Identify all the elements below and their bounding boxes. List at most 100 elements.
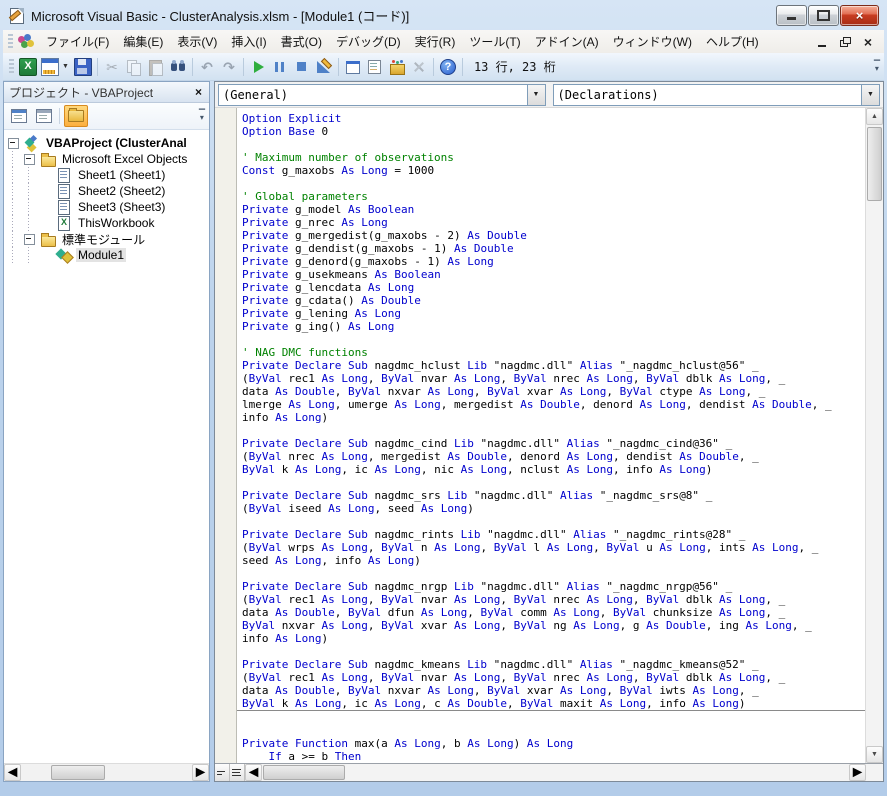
code-line: Option Explicit bbox=[242, 112, 865, 125]
code-window: (General) ▼ (Declarations) ▼ Option Expl… bbox=[214, 81, 884, 782]
reset-icon[interactable] bbox=[292, 57, 312, 77]
menu-tools[interactable]: ツール(T) bbox=[462, 30, 527, 53]
project-explorer-panel: プロジェクト - VBAProject × ▔▾ VBAProject (Clu… bbox=[3, 81, 210, 782]
menubar-grip[interactable] bbox=[8, 34, 13, 50]
view-object-button[interactable] bbox=[33, 106, 55, 126]
menu-bar: ファイル(F)編集(E)表示(V)挿入(I)書式(O)デバッグ(D)実行(R)ツ… bbox=[3, 30, 884, 54]
code-line: ' NAG DMC functions bbox=[242, 346, 865, 359]
collapse-icon[interactable] bbox=[24, 234, 35, 245]
menu-run[interactable]: 実行(R) bbox=[408, 30, 463, 53]
chevron-down-icon: ▼ bbox=[533, 91, 540, 98]
toolbar-options-icon[interactable]: ▔▾ bbox=[874, 63, 880, 71]
mdi-close-icon[interactable]: × bbox=[864, 35, 872, 49]
tree-item-module1[interactable]: Module1 bbox=[4, 247, 209, 263]
collapse-icon[interactable] bbox=[24, 154, 35, 165]
tree-item-thisworkbook[interactable]: ThisWorkbook bbox=[4, 215, 209, 231]
code-line: data As Double, ByVal nxvar As Long, ByV… bbox=[242, 684, 865, 697]
code-line bbox=[242, 476, 865, 489]
tree-item-label: Sheet2 (Sheet2) bbox=[76, 184, 167, 198]
procedure-dropdown[interactable]: (Declarations) ▼ bbox=[553, 84, 881, 106]
break-icon[interactable] bbox=[270, 57, 290, 77]
procedure-dropdown-button[interactable]: ▼ bbox=[861, 85, 879, 105]
close-button[interactable]: × bbox=[840, 5, 879, 26]
mdi-minimize-icon[interactable] bbox=[818, 45, 826, 47]
maximize-icon bbox=[817, 10, 830, 21]
object-browser-icon[interactable] bbox=[387, 57, 407, 77]
undo-icon bbox=[197, 57, 217, 77]
help-icon[interactable] bbox=[438, 57, 458, 77]
project-icon bbox=[24, 136, 40, 151]
project-panel-header[interactable]: プロジェクト - VBAProject × bbox=[4, 82, 209, 103]
menu-help[interactable]: ヘルプ(H) bbox=[699, 30, 766, 53]
menu-insert[interactable]: 挿入(I) bbox=[224, 30, 273, 53]
code-margin-indicator-bar[interactable] bbox=[215, 108, 237, 763]
save-icon[interactable] bbox=[73, 57, 93, 77]
scroll-left-icon[interactable]: ◄ bbox=[4, 764, 21, 781]
chevron-down-icon[interactable]: ▼ bbox=[62, 63, 69, 70]
minimize-button[interactable] bbox=[776, 5, 807, 26]
maximize-button[interactable] bbox=[808, 5, 839, 26]
code-hscrollbar[interactable]: ◄ ► bbox=[245, 764, 866, 781]
properties-window-icon[interactable] bbox=[365, 57, 385, 77]
view-code-button[interactable] bbox=[8, 106, 30, 126]
vbe-app-icon bbox=[18, 34, 35, 50]
view-code-icon bbox=[11, 109, 27, 123]
scroll-right-icon[interactable]: ► bbox=[849, 764, 866, 781]
panel-options-icon[interactable]: ▔▾ bbox=[199, 112, 205, 120]
tree-item-[interactable]: 標準モジュール bbox=[4, 231, 209, 247]
code-line: (ByVal nrec As Long, mergedist As Double… bbox=[242, 450, 865, 463]
code-editor[interactable]: Option ExplicitOption Base 0 ' Maximum n… bbox=[237, 108, 865, 763]
design-mode-icon[interactable] bbox=[314, 57, 334, 77]
scroll-down-icon[interactable]: ▼ bbox=[866, 746, 883, 763]
scroll-left-icon[interactable]: ◄ bbox=[245, 764, 262, 781]
object-dropdown[interactable]: (General) ▼ bbox=[218, 84, 546, 106]
toggle-folders-button[interactable] bbox=[64, 105, 88, 127]
procedure-view-button[interactable] bbox=[215, 764, 230, 781]
toolbar-grip[interactable] bbox=[9, 59, 14, 75]
code-line: Private g_ing() As Long bbox=[242, 320, 865, 333]
menu-view[interactable]: 表示(V) bbox=[170, 30, 224, 53]
code-combo-row: (General) ▼ (Declarations) ▼ bbox=[215, 82, 883, 108]
tree-item-sheet2-sheet2[interactable]: Sheet2 (Sheet2) bbox=[4, 183, 209, 199]
code-line: Private Declare Sub nagdmc_cind Lib "nag… bbox=[242, 437, 865, 450]
insert-userform-icon[interactable] bbox=[40, 57, 60, 77]
full-module-view-button[interactable] bbox=[230, 764, 245, 781]
code-line: Private Declare Sub nagdmc_srs Lib "nagd… bbox=[242, 489, 865, 502]
tree-item-vbaproject-clusteranal[interactable]: VBAProject (ClusterAnal bbox=[4, 135, 209, 151]
tree-item-sheet1-sheet1[interactable]: Sheet1 (Sheet1) bbox=[4, 167, 209, 183]
sheet-icon bbox=[56, 200, 72, 215]
menu-file[interactable]: ファイル(F) bbox=[39, 30, 116, 53]
tree-item-sheet3-sheet3[interactable]: Sheet3 (Sheet3) bbox=[4, 199, 209, 215]
redo-icon bbox=[219, 57, 239, 77]
menu-debug[interactable]: デバッグ(D) bbox=[329, 30, 408, 53]
find-icon[interactable] bbox=[168, 57, 188, 77]
run-icon[interactable] bbox=[248, 57, 268, 77]
code-line: Private g_nrec As Long bbox=[242, 216, 865, 229]
menu-window[interactable]: ウィンドウ(W) bbox=[606, 30, 699, 53]
code-line: (ByVal rec1 As Long, ByVal nvar As Long,… bbox=[242, 593, 865, 606]
menu-edit[interactable]: 編集(E) bbox=[116, 30, 170, 53]
view-excel-icon[interactable] bbox=[18, 57, 38, 77]
mdi-restore-icon[interactable] bbox=[840, 37, 850, 47]
scroll-thumb[interactable] bbox=[867, 127, 882, 201]
project-explorer-icon[interactable] bbox=[343, 57, 363, 77]
copy-icon bbox=[124, 57, 144, 77]
scroll-right-icon[interactable]: ► bbox=[192, 764, 209, 781]
code-line bbox=[242, 711, 865, 724]
code-line: (ByVal wrps As Long, ByVal n As Long, By… bbox=[242, 541, 865, 554]
project-tree-hscrollbar[interactable]: ◄ ► bbox=[4, 763, 209, 781]
object-dropdown-button[interactable]: ▼ bbox=[527, 85, 545, 105]
tree-item-microsoft-excel-objects[interactable]: Microsoft Excel Objects bbox=[4, 151, 209, 167]
project-panel-close-icon[interactable]: × bbox=[190, 84, 207, 100]
scroll-thumb[interactable] bbox=[51, 765, 105, 780]
collapse-icon[interactable] bbox=[8, 138, 19, 149]
code-vscrollbar[interactable]: ▲ ▼ bbox=[865, 108, 883, 763]
code-line: Private g_lencdata As Long bbox=[242, 281, 865, 294]
menu-format[interactable]: 書式(O) bbox=[274, 30, 329, 53]
menu-addins[interactable]: アドイン(A) bbox=[528, 30, 606, 53]
scroll-up-icon[interactable]: ▲ bbox=[866, 108, 883, 125]
tree-item-label: 標準モジュール bbox=[60, 231, 147, 248]
scroll-thumb[interactable] bbox=[263, 765, 345, 780]
code-line: Private Declare Sub nagdmc_nrgp Lib "nag… bbox=[242, 580, 865, 593]
code-line: Private g_cdata() As Double bbox=[242, 294, 865, 307]
